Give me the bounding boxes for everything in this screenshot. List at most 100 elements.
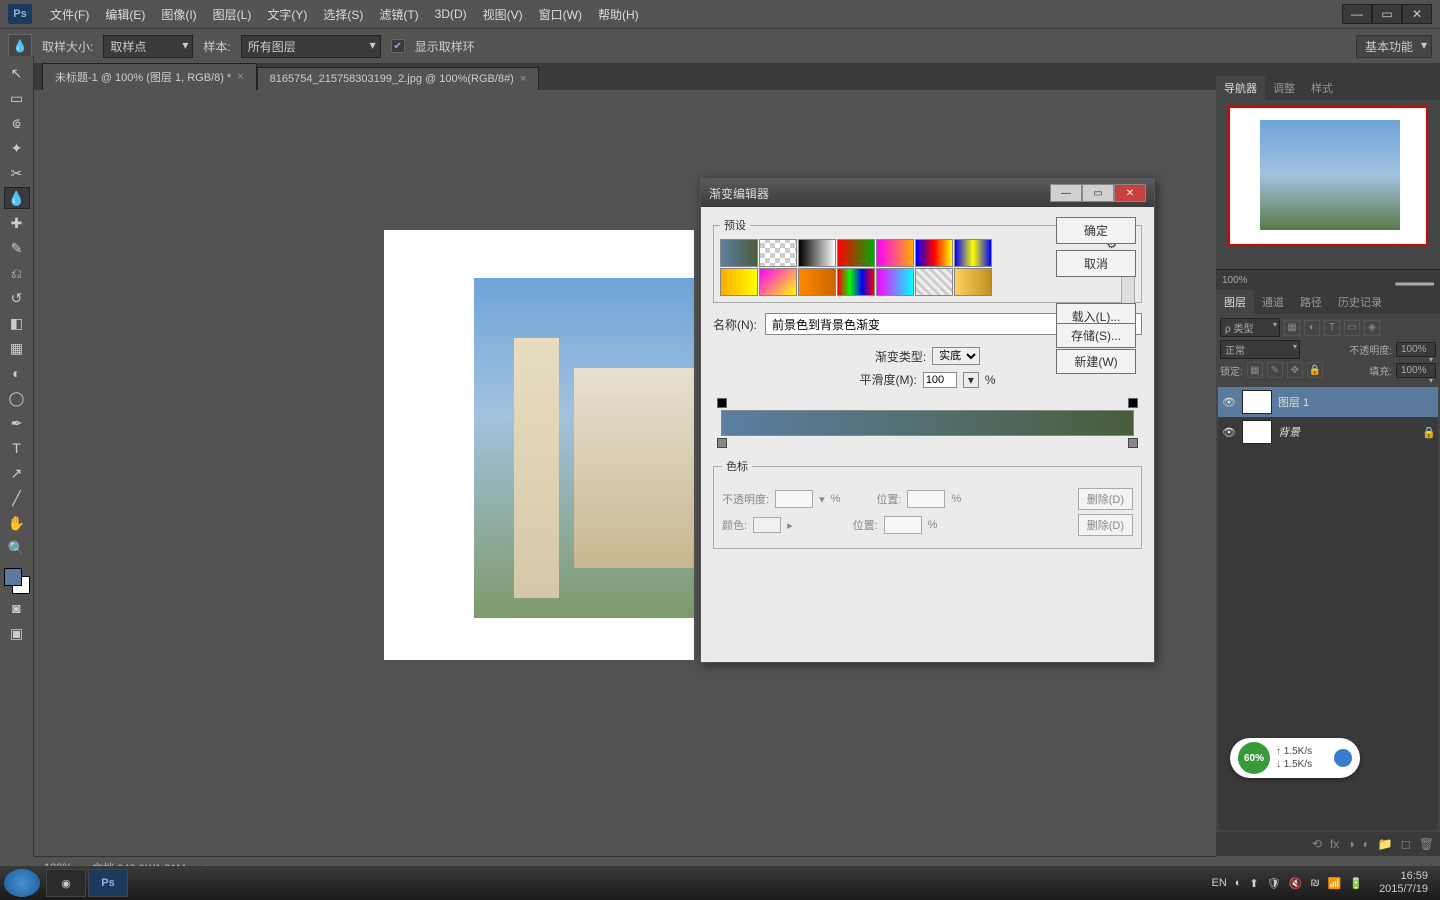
opacity-stop-left[interactable] — [717, 398, 727, 408]
navigator-thumb[interactable] — [1228, 106, 1428, 246]
color-box[interactable] — [753, 517, 781, 533]
opacity-stop-right[interactable] — [1128, 398, 1138, 408]
ok-button[interactable]: 确定 — [1056, 217, 1136, 244]
preset-swatch[interactable] — [876, 239, 914, 267]
dialog-maximize[interactable]: ▭ — [1082, 184, 1114, 202]
mask-icon[interactable]: ◑ — [1347, 837, 1354, 851]
lock-all-icon[interactable]: 🔒 — [1307, 362, 1323, 378]
filter-adjust-icon[interactable]: ◐ — [1304, 320, 1320, 336]
filter-shape-icon[interactable]: ▭ — [1344, 320, 1360, 336]
delete-color-button[interactable]: 删除(D) — [1078, 514, 1133, 536]
dialog-close[interactable]: ✕ — [1114, 184, 1146, 202]
opacity-value[interactable]: 100% — [1396, 342, 1436, 357]
path-tool[interactable]: ↗ — [4, 462, 30, 484]
dialog-minimize[interactable]: — — [1050, 184, 1082, 202]
layer-row[interactable]: 👁 图层 1 — [1218, 387, 1438, 417]
quickmask-tool[interactable]: ◙ — [4, 597, 30, 619]
layer-row[interactable]: 👁 背景 🔒 — [1218, 417, 1438, 447]
filter-type-icon[interactable]: T — [1324, 320, 1340, 336]
filter-smart-icon[interactable]: ◈ — [1364, 320, 1380, 336]
preset-swatch[interactable] — [837, 239, 875, 267]
doc-tab-2[interactable]: 8165754_215758303199_2.jpg @ 100%(RGB/8#… — [257, 67, 540, 90]
sample-size-dropdown[interactable]: 取样点 — [103, 35, 193, 58]
history-brush-tool[interactable]: ↺ — [4, 287, 30, 309]
paths-tab[interactable]: 路径 — [1292, 290, 1330, 314]
preset-swatch[interactable] — [954, 268, 992, 296]
move-tool[interactable]: ↖ — [4, 62, 30, 84]
color-position-field[interactable] — [884, 516, 922, 534]
tab2-close-icon[interactable]: × — [520, 73, 526, 85]
type-tool[interactable]: T — [4, 437, 30, 459]
tab1-close-icon[interactable]: × — [237, 71, 243, 83]
doc-tab-1[interactable]: 未标题-1 @ 100% (图层 1, RGB/8) *× — [42, 63, 257, 90]
channels-tab[interactable]: 通道 — [1254, 290, 1292, 314]
eyedropper-tool[interactable]: 💧 — [4, 187, 30, 209]
tray-icon[interactable]: 🛡 — [1267, 877, 1281, 890]
menu-type[interactable]: 文字(Y) — [259, 6, 315, 23]
widget-button[interactable] — [1334, 749, 1352, 767]
menu-filter[interactable]: 滤镜(T) — [371, 6, 426, 23]
smooth-dropdown-icon[interactable]: ▾ — [963, 372, 979, 388]
zoom-tool[interactable]: 🔍 — [4, 537, 30, 559]
preset-swatch[interactable] — [954, 239, 992, 267]
new-button[interactable]: 新建(W) — [1056, 349, 1136, 374]
layers-tab[interactable]: 图层 — [1216, 290, 1254, 314]
lasso-tool[interactable]: ⟃ — [4, 112, 30, 134]
hand-tool[interactable]: ✋ — [4, 512, 30, 534]
menu-3d[interactable]: 3D(D) — [427, 7, 475, 21]
stamp-tool[interactable]: ⎌ — [4, 262, 30, 284]
tray-icon[interactable]: ⬆ — [1249, 877, 1258, 890]
marquee-tool[interactable]: ▭ — [4, 87, 30, 109]
crop-tool[interactable]: ✂ — [4, 162, 30, 184]
window-close[interactable]: ✕ — [1402, 4, 1432, 24]
save-button[interactable]: 存储(S)... — [1056, 323, 1136, 348]
network-widget[interactable]: 60% ↑ 1.5K/s ↓ 1.5K/s — [1230, 738, 1360, 778]
color-swatches[interactable] — [4, 568, 30, 594]
adjust-tab[interactable]: 调整 — [1265, 76, 1303, 100]
menu-help[interactable]: 帮助(H) — [590, 6, 647, 23]
menu-window[interactable]: 窗口(W) — [531, 6, 590, 23]
fill-value[interactable]: 100% — [1396, 363, 1436, 378]
color-stop-left[interactable] — [717, 438, 727, 448]
history-tab[interactable]: 历史记录 — [1330, 290, 1390, 314]
layer-filter[interactable]: ρ 类型 — [1220, 318, 1280, 337]
visibility-icon[interactable]: 👁 — [1222, 426, 1236, 439]
gradient-bar[interactable] — [715, 396, 1140, 450]
nav-slider[interactable]: ▂▂▂▂▂ — [1396, 275, 1434, 286]
menu-file[interactable]: 文件(F) — [42, 6, 97, 23]
visibility-icon[interactable]: 👁 — [1222, 396, 1236, 409]
sample-dropdown[interactable]: 所有图层 — [241, 35, 381, 58]
fx-icon[interactable]: fx — [1330, 837, 1339, 851]
styles-tab[interactable]: 样式 — [1303, 76, 1341, 100]
menu-view[interactable]: 视图(V) — [475, 6, 531, 23]
blend-mode-dropdown[interactable]: 正常 — [1220, 340, 1300, 359]
menu-image[interactable]: 图像(I) — [153, 6, 204, 23]
color-stop-right[interactable] — [1128, 438, 1138, 448]
link-icon[interactable]: ⟲ — [1312, 837, 1322, 851]
taskbar-app-1[interactable]: ◉ — [46, 869, 86, 897]
preset-swatch[interactable] — [798, 239, 836, 267]
tray-icon[interactable]: 🔋 — [1349, 877, 1363, 890]
tray-lang[interactable]: EN — [1211, 877, 1226, 889]
menu-select[interactable]: 选择(S) — [315, 6, 371, 23]
lock-move-icon[interactable]: ✥ — [1287, 362, 1303, 378]
opacity-position-field[interactable] — [907, 490, 945, 508]
shape-tool[interactable]: ╱ — [4, 487, 30, 509]
tray-icon[interactable]: ◐ — [1235, 877, 1242, 889]
preset-swatch[interactable] — [798, 268, 836, 296]
blur-tool[interactable]: ◐ — [4, 362, 30, 384]
preset-swatch[interactable] — [759, 268, 797, 296]
menu-edit[interactable]: 编辑(E) — [97, 6, 153, 23]
show-ring-checkbox[interactable]: ✔ — [391, 39, 405, 53]
start-button[interactable] — [4, 869, 40, 897]
workspace-switcher[interactable]: 基本功能 — [1356, 35, 1432, 58]
pen-tool[interactable]: ✒ — [4, 412, 30, 434]
trash-icon[interactable]: 🗑 — [1419, 837, 1434, 851]
dodge-tool[interactable]: ◯ — [4, 387, 30, 409]
tray-icon[interactable]: 📶 — [1328, 877, 1342, 890]
gradient-tool[interactable]: ▦ — [4, 337, 30, 359]
cancel-button[interactable]: 取消 — [1056, 250, 1136, 277]
tray-clock[interactable]: 16:59 2015/7/19 — [1371, 870, 1436, 896]
wand-tool[interactable]: ✦ — [4, 137, 30, 159]
eyedropper-icon[interactable]: 💧 — [8, 34, 32, 58]
